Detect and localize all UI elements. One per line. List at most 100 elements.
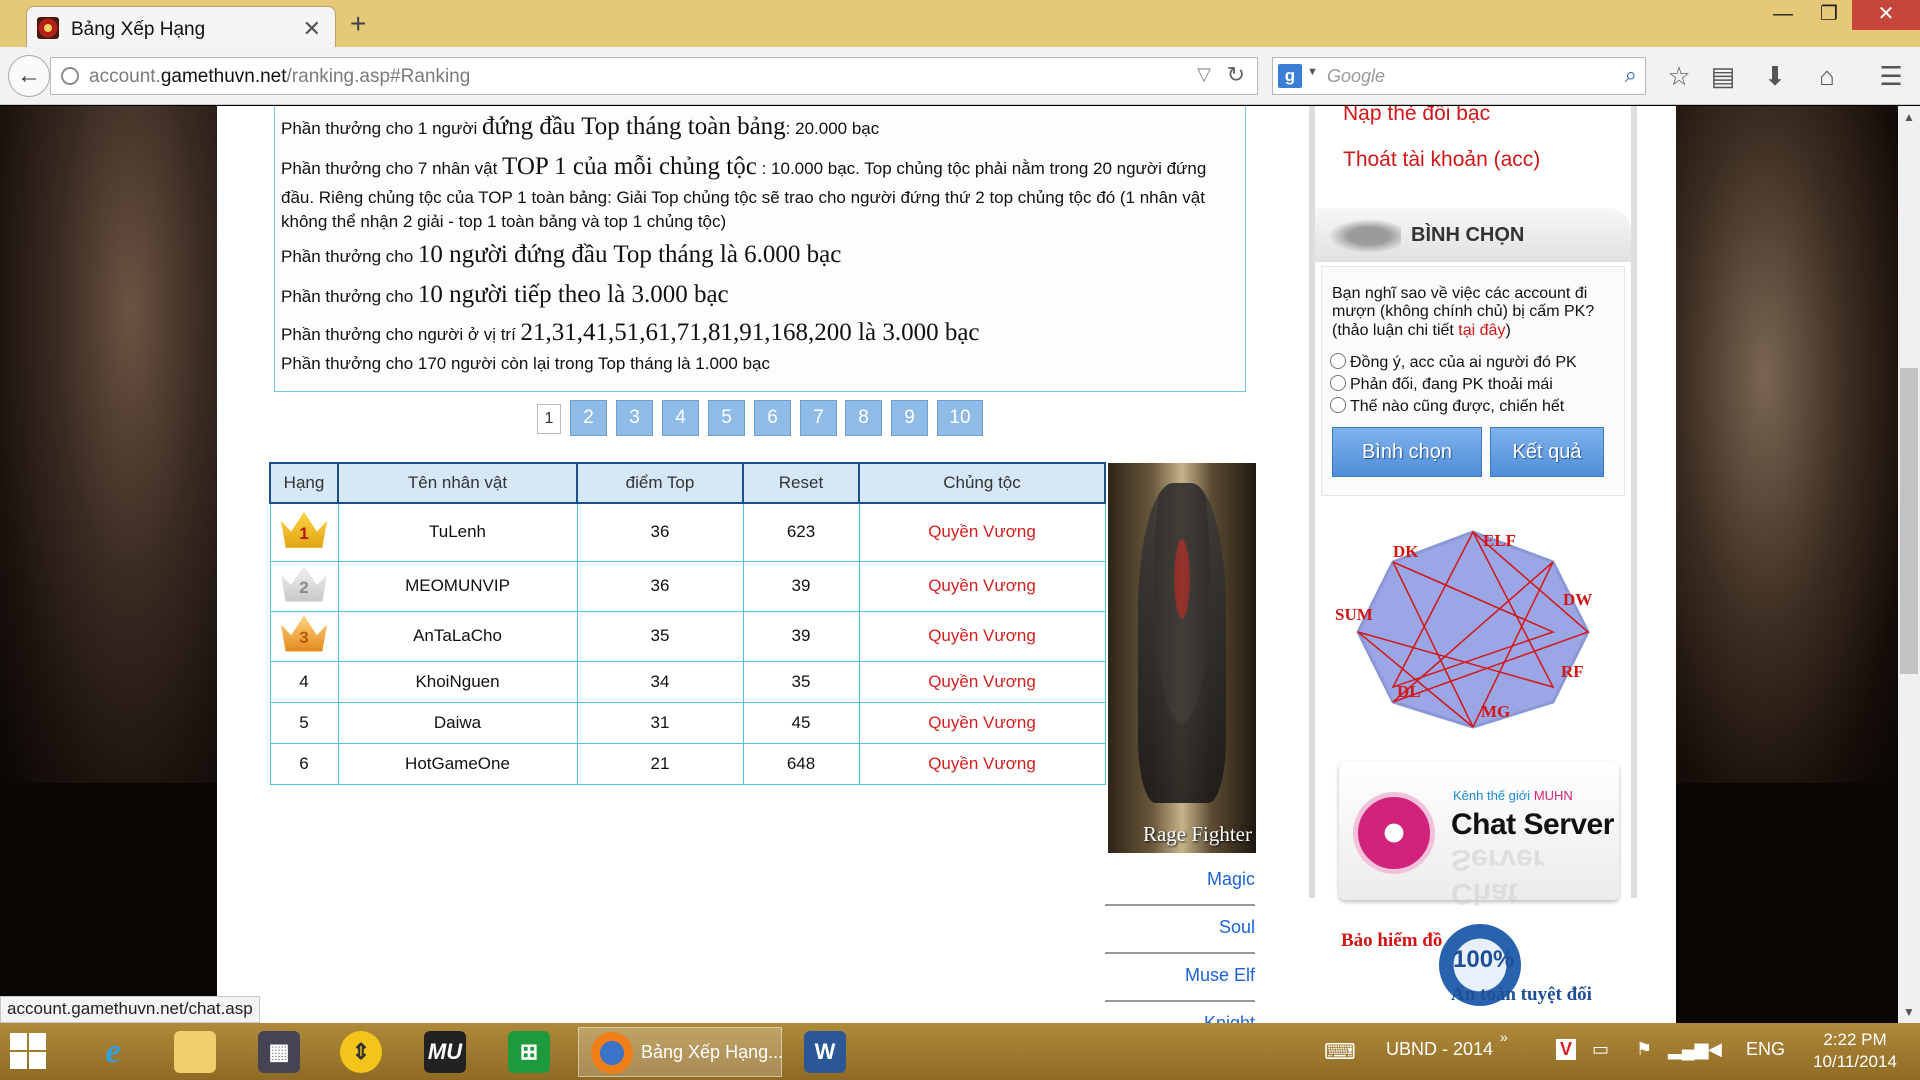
- radio-button[interactable]: [1330, 397, 1346, 413]
- page-viewport: Phần thưởng cho 1 người đứng đầu Top thá…: [0, 106, 1898, 1023]
- background-art-left: [0, 106, 217, 783]
- window-maximize-button[interactable]: ❐: [1806, 0, 1852, 30]
- page-button-6[interactable]: 6: [754, 400, 791, 436]
- reward-line: Phần thưởng cho người ở vị trí 21,31,41,…: [281, 315, 1239, 351]
- back-arrow-icon[interactable]: ←: [8, 55, 50, 97]
- unikey-icon[interactable]: V: [1556, 1039, 1577, 1060]
- reward-line: Phần thưởng cho 1 người đứng đầu Top thá…: [281, 109, 1239, 145]
- class-link-magic[interactable]: Magic: [1105, 857, 1255, 906]
- scroll-up-icon[interactable]: ▲: [1898, 106, 1920, 128]
- page-button-9[interactable]: 9: [891, 400, 928, 436]
- page-button-3[interactable]: 3: [616, 400, 653, 436]
- poll-option-label: Đồng ý, acc của ai người đó PK: [1350, 354, 1577, 371]
- ie-taskbar-icon[interactable]: e: [80, 1027, 148, 1077]
- poll-option-either[interactable]: Thế nào cũng được, chiến hết: [1330, 397, 1564, 416]
- diagram-polygon: [1356, 530, 1590, 729]
- class-link-knight[interactable]: Knight: [1105, 1001, 1255, 1023]
- bookmark-star-icon[interactable]: ☆: [1660, 57, 1698, 95]
- table-row[interactable]: 3 AnTaLaCho 35 39 Quyền Vương: [269, 610, 1106, 662]
- firefox-taskbar-button[interactable]: Bảng Xếp Hạng...: [578, 1027, 783, 1077]
- reload-icon[interactable]: ↻: [1227, 62, 1245, 88]
- insurance-subtitle: An toàn tuyệt đối: [1451, 984, 1592, 1005]
- col-name: Tên nhân vật: [337, 462, 578, 504]
- background-art-right: [1676, 106, 1898, 783]
- clock[interactable]: 2:22 PM 10/11/2014: [1800, 1029, 1910, 1073]
- keyboard-icon[interactable]: ⌨: [1324, 1039, 1356, 1065]
- search-bar[interactable]: g ▼ Google ⌕: [1272, 57, 1646, 95]
- mu-game-taskbar-icon[interactable]: MU: [412, 1027, 480, 1077]
- url-host: gamethuvn.net: [160, 66, 287, 87]
- logout-link[interactable]: Thoát tài khoản (acc): [1343, 148, 1540, 172]
- poll-header: BÌNH CHỌN: [1315, 208, 1631, 262]
- flag-icon[interactable]: ⚑: [1636, 1039, 1652, 1060]
- race-cell: Quyền Vương: [858, 660, 1106, 703]
- radio-button[interactable]: [1330, 375, 1346, 391]
- table-row[interactable]: 1 TuLenh 36 623 Quyền Vương: [269, 502, 1106, 562]
- vote-button[interactable]: Bình chọn: [1332, 427, 1482, 477]
- new-tab-icon[interactable]: +: [350, 8, 366, 40]
- class-link-muse-elf[interactable]: Muse Elf: [1105, 953, 1255, 1002]
- tab-close-icon[interactable]: ✕: [303, 16, 321, 42]
- rank-cell: 3: [269, 610, 339, 662]
- scroll-thumb[interactable]: [1900, 368, 1918, 674]
- points-cell: 21: [576, 742, 744, 785]
- windows-start-icon[interactable]: [10, 1033, 46, 1069]
- engine-dropdown-icon[interactable]: ▼: [1307, 66, 1318, 78]
- home-icon[interactable]: ⌂: [1808, 57, 1846, 95]
- name-cell: Daiwa: [337, 701, 578, 744]
- insurance-banner[interactable]: 100% Bảo hiểm đồ An toàn tuyệt đối: [1329, 924, 1629, 1014]
- download-icon[interactable]: ⬇: [1756, 57, 1794, 95]
- page-button-7[interactable]: 7: [800, 400, 837, 436]
- scroll-down-icon[interactable]: ▼: [1898, 1001, 1920, 1023]
- class-portrait-image[interactable]: Rage Fighter: [1108, 463, 1256, 853]
- search-icon[interactable]: ⌕: [1625, 62, 1637, 88]
- url-bar[interactable]: account.gamethuvn.net/ranking.asp#Rankin…: [50, 57, 1258, 95]
- window-minimize-button[interactable]: —: [1760, 0, 1806, 30]
- chat-subtitle-text: Kênh thế giới: [1453, 788, 1534, 803]
- class-link-soul[interactable]: Soul: [1105, 905, 1255, 954]
- rank-cell: 5: [269, 701, 339, 744]
- menu-icon[interactable]: ☰: [1872, 57, 1910, 95]
- poll-option-agree[interactable]: Đồng ý, acc của ai người đó PK: [1330, 353, 1577, 372]
- reward-text: Phần thưởng cho người ở vị trí: [281, 325, 521, 345]
- word-taskbar-icon[interactable]: W: [792, 1027, 860, 1077]
- table-row[interactable]: 6 HotGameOne 21 648 Quyền Vương: [269, 742, 1106, 785]
- poll-option-disagree[interactable]: Phản đối, đang PK thoải mái: [1330, 375, 1553, 394]
- topup-link[interactable]: Nạp thẻ đổi bạc: [1343, 106, 1490, 126]
- chat-server-banner[interactable]: Kênh thế giới MUHN Chat Server Chat Serv…: [1339, 762, 1619, 910]
- table-row[interactable]: 4 KhoiNguen 34 35 Quyền Vương: [269, 660, 1106, 703]
- explorer-taskbar-icon[interactable]: [162, 1027, 230, 1077]
- network-icon[interactable]: ▂▄▆: [1668, 1039, 1708, 1060]
- language-indicator[interactable]: ENG: [1746, 1039, 1785, 1060]
- store-taskbar-icon[interactable]: ⊞: [496, 1027, 564, 1077]
- page-button-8[interactable]: 8: [845, 400, 882, 436]
- race-relation-diagram[interactable]: DK ELF DW RF MG DL SUM: [1333, 512, 1613, 752]
- result-button[interactable]: Kết quả: [1490, 427, 1604, 477]
- table-row[interactable]: 5 Daiwa 31 45 Quyền Vương: [269, 701, 1106, 744]
- radio-button[interactable]: [1330, 353, 1346, 369]
- race-label-dk: DK: [1393, 542, 1419, 561]
- url-text[interactable]: account.gamethuvn.net/ranking.asp#Rankin…: [89, 66, 470, 88]
- bookmarks-list-icon[interactable]: ▤: [1704, 57, 1742, 95]
- table-row[interactable]: 2 MEOMUNVIP 36 39 Quyền Vương: [269, 560, 1106, 612]
- browser-tab[interactable]: Bảng Xếp Hạng ✕: [26, 6, 336, 48]
- pc-taskbar-icon[interactable]: ▦: [246, 1027, 314, 1077]
- page-button-10[interactable]: 10: [937, 400, 983, 436]
- volume-icon[interactable]: ◀: [1708, 1039, 1722, 1060]
- window-close-button[interactable]: ✕: [1852, 0, 1920, 30]
- search-input[interactable]: Google: [1327, 66, 1385, 87]
- page-button-5[interactable]: 5: [708, 400, 745, 436]
- tray-label[interactable]: UBND - 2014: [1386, 1039, 1493, 1060]
- page-button-4[interactable]: 4: [662, 400, 699, 436]
- google-engine-icon[interactable]: g: [1278, 64, 1302, 88]
- poll-discussion-link[interactable]: tại đây: [1458, 322, 1505, 339]
- tray-expand-icon[interactable]: »: [1500, 1029, 1508, 1045]
- rank-cell: 4: [269, 660, 339, 703]
- ie-icon: e: [105, 1033, 121, 1070]
- device-icon[interactable]: ▭: [1592, 1039, 1609, 1060]
- reward-highlight: TOP 1 của mỗi chủng tộc: [502, 153, 757, 181]
- page-button-2[interactable]: 2: [570, 400, 607, 436]
- updater-taskbar-icon[interactable]: ⇕: [328, 1027, 396, 1077]
- url-dropdown-icon[interactable]: ▽: [1197, 64, 1211, 85]
- vertical-scrollbar[interactable]: ▲ ▼: [1898, 106, 1920, 1023]
